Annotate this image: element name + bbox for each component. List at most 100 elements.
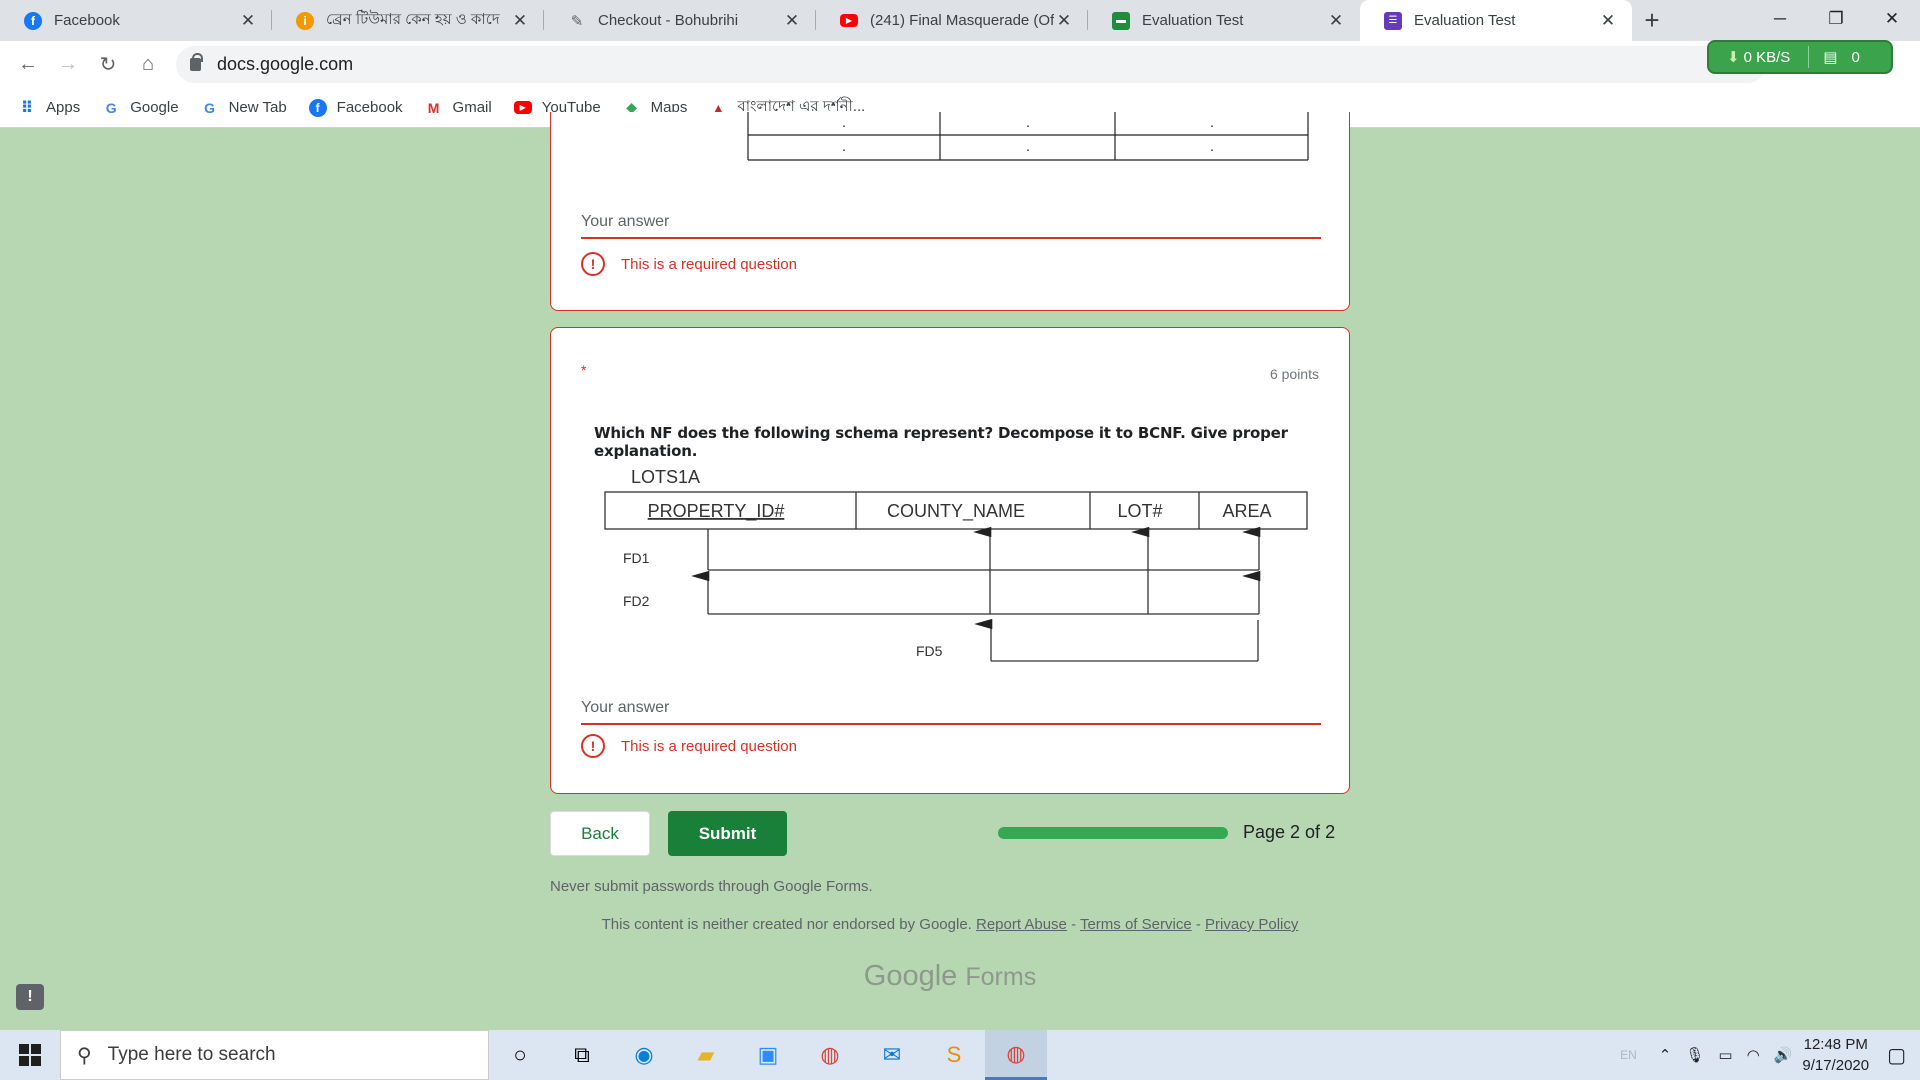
new-tab-button[interactable]: + <box>1632 0 1672 41</box>
network-monitor-extension[interactable]: ⬇ 0 KB/S ▤ 0 <box>1707 40 1893 74</box>
close-icon[interactable]: ✕ <box>782 11 802 31</box>
feedback-icon[interactable]: ! <box>16 984 44 1010</box>
attribute-county-name: COUNTY_NAME <box>887 501 1025 522</box>
info-icon: i <box>296 11 314 30</box>
error-text: This is a required question <box>621 737 797 755</box>
question-card-previous: . . . . . . Your answer ! This is a requ… <box>550 112 1350 311</box>
google-forms-logo[interactable]: Google Forms <box>0 960 1900 993</box>
taskbar-clock[interactable]: 12:48 PM 9/17/2020 <box>1802 1034 1869 1076</box>
tab-facebook[interactable]: f Facebook ✕ <box>0 0 272 41</box>
tab-strip: f Facebook ✕ i ব্রেন টিউমার কেন হয় ও কা… <box>0 0 1920 41</box>
language-indicator[interactable]: EN <box>1620 1048 1637 1062</box>
microphone-icon[interactable]: 🎙 <box>1685 1046 1704 1064</box>
tab-brain-tumor[interactable]: i ব্রেন টিউমার কেন হয় ও কাদে ✕ <box>272 0 544 41</box>
tab-checkout[interactable]: ✎ Checkout - Bohubrihi ✕ <box>544 0 816 41</box>
windows-start-icon[interactable] <box>0 1030 60 1080</box>
cortana-icon[interactable]: ○ <box>489 1030 551 1080</box>
battery-icon[interactable]: ▭ <box>1718 1046 1732 1064</box>
close-window-button[interactable]: ✕ <box>1864 0 1920 41</box>
reload-icon[interactable]: ↻ <box>88 52 128 77</box>
page-indicator: Page 2 of 2 <box>1243 822 1336 842</box>
lock-icon <box>190 53 203 71</box>
error-icon: ! <box>581 252 605 276</box>
sublime-icon[interactable]: S <box>923 1030 985 1080</box>
bookmark-gmail[interactable]: M Gmail <box>425 99 492 117</box>
url-text: docs.google.com <box>217 54 354 74</box>
toolbar: ← → ↻ ⌂ docs.google.com <box>0 41 1920 88</box>
submit-button[interactable]: Submit <box>668 811 787 856</box>
bookmark-facebook[interactable]: f Facebook <box>308 98 403 117</box>
bookmark-new-tab[interactable]: G New Tab <box>201 99 287 117</box>
back-button[interactable]: Back <box>550 811 650 856</box>
tab-title: Facebook <box>54 12 120 29</box>
notifications-icon[interactable]: ▢ <box>1887 1043 1906 1068</box>
answer-placeholder: Your answer <box>581 213 670 230</box>
mail-icon[interactable]: ✉ <box>861 1030 923 1080</box>
edge-icon[interactable]: ◉ <box>613 1030 675 1080</box>
classroom-icon: ▬ <box>1112 11 1130 30</box>
tab-evaluation-classroom[interactable]: ▬ Evaluation Test ✕ <box>1088 0 1360 41</box>
error-icon: ! <box>581 734 605 758</box>
clock-date: 9/17/2020 <box>1802 1057 1870 1074</box>
arrow-down-icon: ⬇ <box>1727 49 1740 66</box>
password-warning: Never submit passwords through Google Fo… <box>550 878 873 895</box>
google-icon: G <box>204 99 216 116</box>
wifi-icon[interactable]: ◠ <box>1747 1046 1760 1064</box>
address-bar[interactable]: docs.google.com <box>176 46 1766 83</box>
gmail-icon: M <box>427 99 440 116</box>
bookmark-label: Google <box>130 99 179 116</box>
answer-placeholder: Your answer <box>581 699 670 716</box>
close-icon[interactable]: ✕ <box>1598 11 1618 31</box>
required-error: ! This is a required question <box>581 734 797 758</box>
table-cell: . <box>1026 138 1030 154</box>
attribute-area: AREA <box>1222 501 1271 521</box>
table-cell: . <box>842 114 846 130</box>
report-abuse-link[interactable]: Report Abuse <box>976 916 1067 933</box>
bookmark-apps[interactable]: ⠿ Apps <box>18 99 80 117</box>
forward-arrow-icon[interactable]: → <box>48 53 88 76</box>
chrome-icon[interactable]: ◍ <box>799 1030 861 1080</box>
system-tray: EN ⌃ 🎙 ▭ ◠ 🔊 12:48 PM 9/17/2020 ▢ <box>1620 1030 1920 1080</box>
error-text: This is a required question <box>621 255 797 273</box>
privacy-policy-link[interactable]: Privacy Policy <box>1205 916 1298 933</box>
clock-time: 12:48 PM <box>1803 1036 1868 1053</box>
facebook-icon: f <box>24 11 42 30</box>
restore-button[interactable]: ❐ <box>1808 0 1864 41</box>
youtube-icon: ▶ <box>840 14 858 27</box>
table-cell: . <box>842 138 846 154</box>
home-icon[interactable]: ⌂ <box>128 53 168 76</box>
tab-evaluation-forms[interactable]: ☰ Evaluation Test ✕ <box>1360 0 1632 41</box>
tab-youtube[interactable]: ▶ (241) Final Masquerade (Offi ✕ <box>816 0 1088 41</box>
close-icon[interactable]: ✕ <box>1326 11 1346 31</box>
search-placeholder: Type here to search <box>107 1044 276 1065</box>
table-cell: . <box>1210 138 1214 154</box>
logo-google: Google <box>863 960 958 992</box>
bookmark-label: New Tab <box>228 99 287 116</box>
zoom-icon[interactable]: ▣ <box>737 1030 799 1080</box>
back-arrow-icon[interactable]: ← <box>8 53 48 76</box>
apps-grid-icon: ⠿ <box>20 99 34 117</box>
answer-input[interactable]: Your answer <box>581 213 1321 239</box>
windows-taskbar: ⚲ Type here to search ○ ⧉ ◉ ▰ ▣ ◍ ✉ S ◍ … <box>0 1030 1920 1080</box>
chrome-active-icon[interactable]: ◍ <box>985 1030 1047 1080</box>
minimize-button[interactable]: ─ <box>1752 0 1808 41</box>
chevron-up-icon[interactable]: ⌃ <box>1659 1046 1672 1064</box>
volume-icon[interactable]: 🔊 <box>1774 1046 1793 1064</box>
bookmark-google[interactable]: G Google <box>102 99 179 117</box>
file-explorer-icon[interactable]: ▰ <box>675 1030 737 1080</box>
schema-diagram: LOTS1A PROPERTY_ID# COUNTY_NAME LOT# ARE… <box>604 467 1308 662</box>
close-icon[interactable]: ✕ <box>238 11 258 31</box>
task-view-icon[interactable]: ⧉ <box>551 1030 613 1080</box>
required-asterisk: * <box>581 362 587 378</box>
close-icon[interactable]: ✕ <box>510 11 530 31</box>
fd-label: FD2 <box>623 593 650 609</box>
facebook-icon: f <box>308 98 327 117</box>
youtube-icon: ▶ <box>513 101 532 114</box>
answer-input[interactable]: Your answer <box>581 699 1321 725</box>
close-icon[interactable]: ✕ <box>1054 11 1074 31</box>
fd-label: FD5 <box>916 643 943 659</box>
tab-title: ব্রেন টিউমার কেন হয় ও কাদে <box>326 11 500 28</box>
progress-bar <box>998 827 1228 839</box>
terms-of-service-link[interactable]: Terms of Service <box>1080 916 1192 933</box>
taskbar-search[interactable]: ⚲ Type here to search <box>60 1030 489 1080</box>
